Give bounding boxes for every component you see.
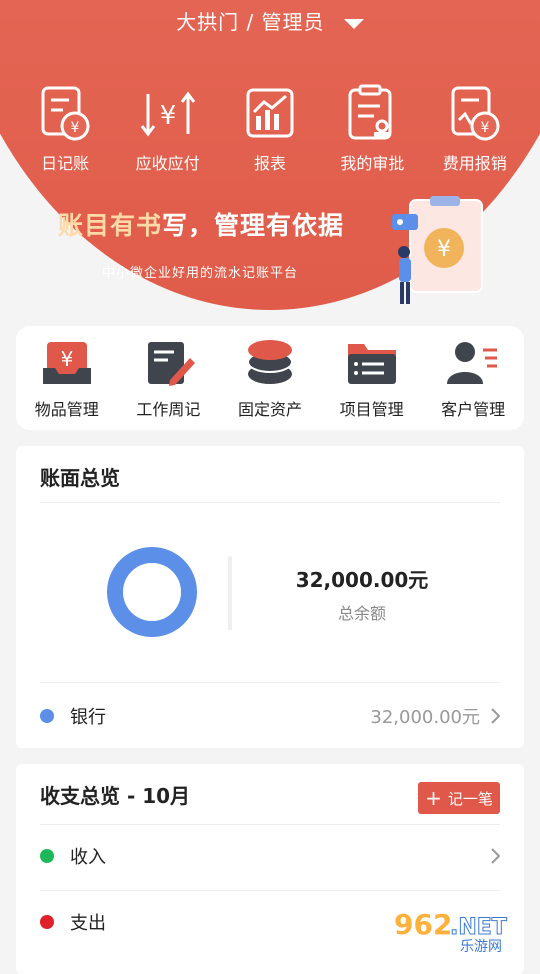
menu-item-customer[interactable]: 客户管理 [427, 338, 519, 420]
balance-overview-card: 账面总览 32,000.00元 总余额 银行 32,000.00元 [16, 446, 524, 748]
quick-action-label: 日记账 [41, 154, 90, 173]
account-name: 银行 [70, 707, 106, 728]
chevron-right-icon [491, 708, 500, 724]
quick-action-report[interactable]: 报表 [225, 84, 315, 174]
weekly-note-icon [148, 342, 196, 386]
approval-icon [348, 84, 392, 140]
menu-item-label: 固定资产 [237, 400, 302, 419]
goods-icon: ¥ [42, 342, 91, 384]
overview-title: 账面总览 [40, 466, 120, 490]
total-balance-label: 总余额 [337, 604, 386, 623]
role-name: 管理员 [261, 10, 325, 34]
menu-item-label: 项目管理 [339, 400, 404, 419]
menu-item-label: 客户管理 [441, 400, 506, 419]
banner-illustration: ¥ [392, 196, 483, 304]
divider [40, 682, 500, 683]
flow-title: 收支总览 - 10月 [40, 784, 191, 808]
svg-text:.NET: .NET [450, 915, 507, 940]
flow-row-label: 收入 [70, 847, 106, 868]
title-separator: / [239, 10, 262, 34]
quick-action-approval[interactable]: 我的审批 [327, 84, 417, 174]
chevron-right-icon [491, 848, 500, 864]
total-balance-amount: 32,000.00元 [295, 568, 429, 592]
plus-icon: + [425, 786, 442, 810]
org-switcher[interactable]: 大拱门 / 管理员 [0, 6, 540, 35]
divider [40, 824, 500, 825]
expense-color-dot [40, 915, 54, 929]
menu-item-project[interactable]: 项目管理 [326, 338, 418, 420]
svg-text:¥: ¥ [71, 120, 80, 136]
income-color-dot [40, 849, 54, 863]
svg-text:¥: ¥ [437, 237, 451, 262]
svg-text:¥: ¥ [60, 347, 73, 371]
banner-slogan: 账目有书写，管理有依据 [58, 211, 345, 240]
record-entry-button[interactable]: + 记一笔 [418, 782, 500, 814]
quick-action-label: 我的审批 [340, 154, 405, 173]
journal-icon: ¥ [41, 86, 90, 141]
receivable-payable-icon: ¥ [140, 91, 195, 137]
fixed-assets-icon [246, 340, 293, 384]
banner-subtitle: 中小微企业好用的流水记账平台 [102, 266, 299, 281]
menu-item-goods[interactable]: ¥ 物品管理 [21, 338, 113, 420]
svg-text:¥: ¥ [480, 120, 489, 136]
quick-actions: ¥ 日记账 ¥ 应收应付 报表 我的审批 ¥ 费用报销 [0, 84, 540, 174]
menu-item-label: 工作周记 [136, 400, 201, 419]
quick-action-reimburse[interactable]: ¥ 费用报销 [430, 84, 520, 174]
menu-item-label: 物品管理 [34, 400, 99, 419]
account-amount: 32,000.00元 [370, 707, 480, 728]
account-row-bank[interactable]: 银行 32,000.00元 [40, 692, 500, 740]
project-folder-icon [347, 344, 396, 384]
svg-text:962: 962 [394, 908, 452, 941]
divider [40, 890, 500, 891]
org-name: 大拱门 [176, 10, 240, 34]
chevron-down-icon[interactable] [343, 18, 364, 29]
account-color-dot [40, 709, 54, 723]
flow-row-income[interactable]: 收入 [40, 832, 500, 880]
svg-text:乐游网: 乐游网 [460, 939, 502, 954]
customer-icon [447, 342, 498, 384]
report-icon [246, 88, 294, 138]
menu-item-weekly[interactable]: 工作周记 [122, 338, 214, 420]
hero-banner: 大拱门 / 管理员 ¥ 日记账 ¥ 应收应付 报表 我的审批 ¥ 费用报销 账目… [0, 0, 540, 340]
quick-action-label: 报表 [253, 154, 286, 173]
divider [40, 502, 500, 503]
svg-text:¥: ¥ [159, 101, 176, 131]
feature-menu: ¥ 物品管理 工作周记 固定资产 项目管理 客户管理 [16, 326, 524, 430]
record-entry-label: 记一笔 [447, 789, 493, 808]
expense-reimburse-icon: ¥ [451, 86, 500, 141]
quick-action-receivable[interactable]: ¥ 应收应付 [123, 84, 213, 174]
quick-action-label: 应收应付 [135, 154, 200, 173]
site-watermark-logo: 962 .NET 乐游网 [394, 908, 507, 954]
quick-action-label: 费用报销 [442, 154, 507, 173]
balance-donut-chart [107, 547, 197, 637]
menu-item-assets[interactable]: 固定资产 [224, 338, 316, 420]
quick-action-journal[interactable]: ¥ 日记账 [20, 84, 110, 174]
